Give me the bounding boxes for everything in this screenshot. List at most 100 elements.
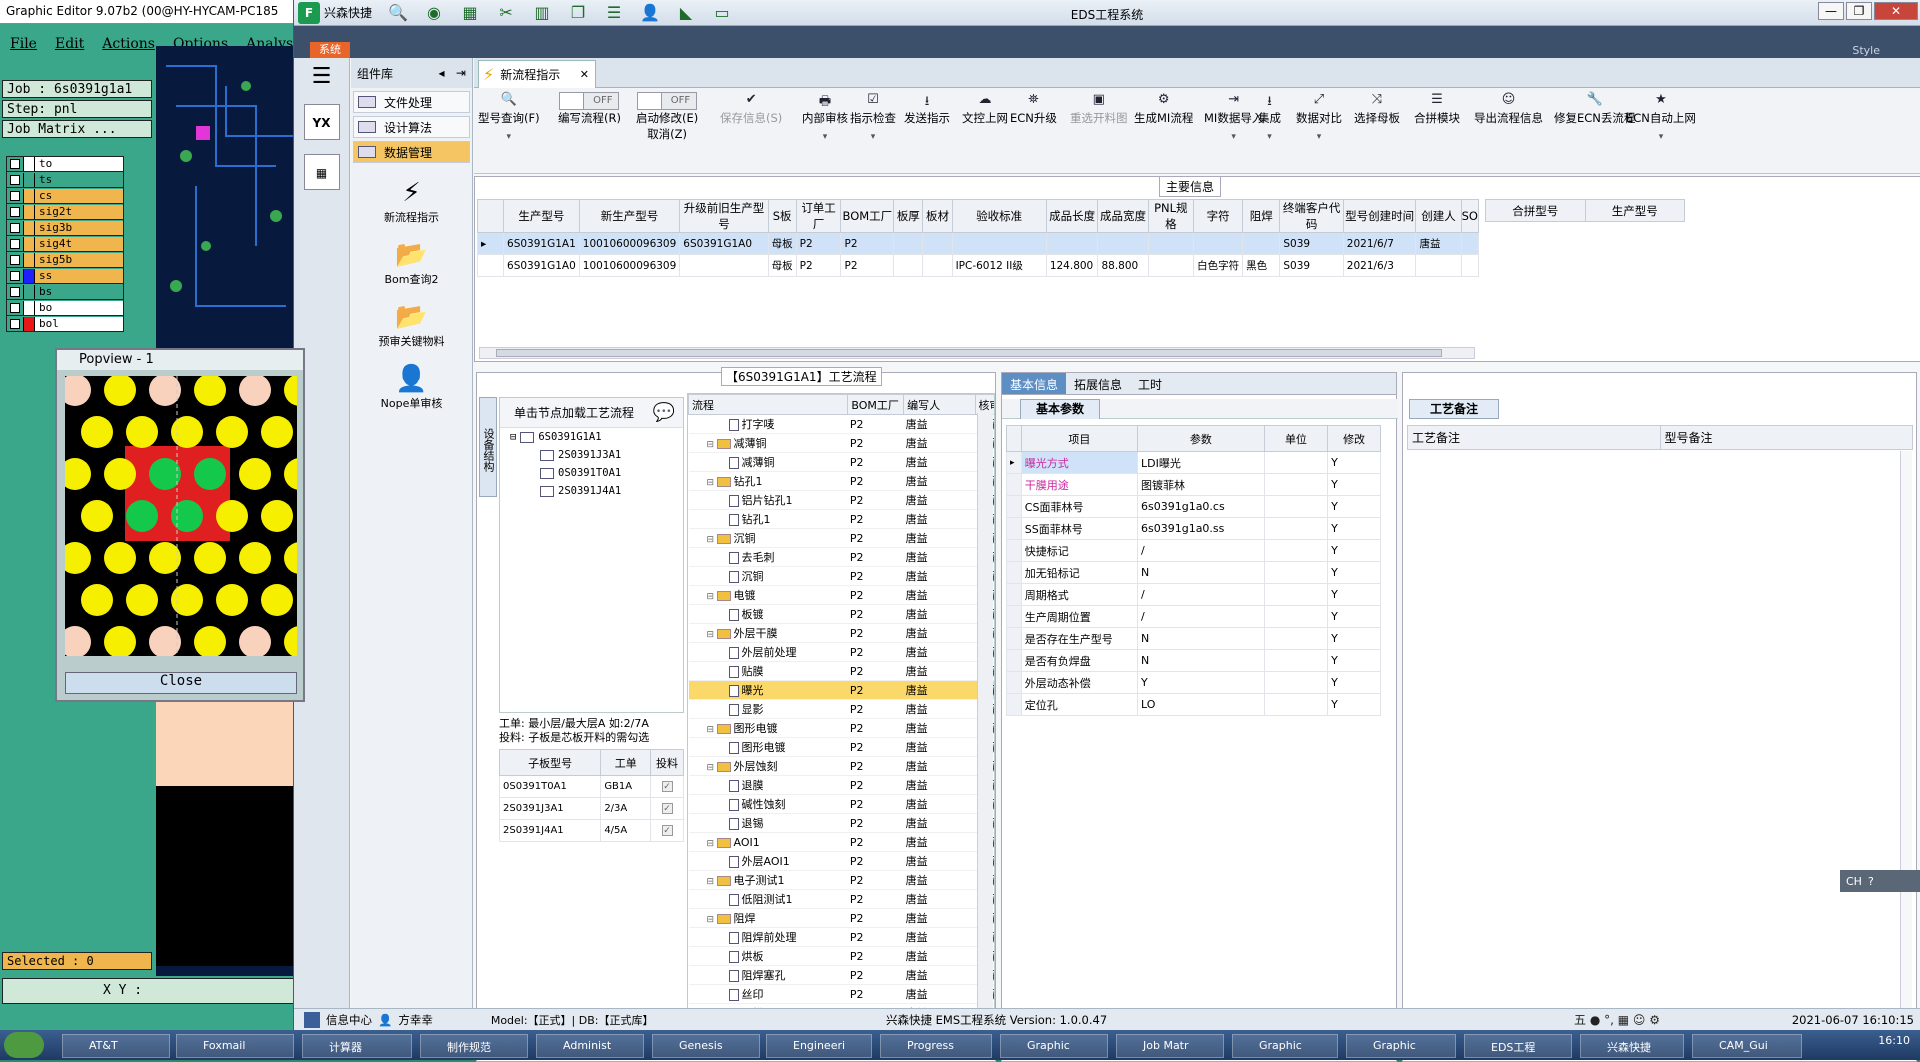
column-header[interactable]: 阻焊	[1242, 199, 1281, 233]
search-icon[interactable]: 🔍	[384, 3, 412, 23]
toggle-switch[interactable]: OFF	[637, 92, 698, 110]
column-header[interactable]: SO	[1460, 199, 1480, 233]
column-header[interactable]: 订单工厂	[795, 199, 842, 233]
column-header[interactable]: 验收标准	[951, 199, 1047, 233]
toolbar-button[interactable]: ⚙ 生成MI流程	[1134, 92, 1193, 126]
toggle-switch[interactable]: OFF	[559, 92, 620, 110]
component-item-data[interactable]: 数据管理	[353, 141, 470, 163]
tab-new-flow[interactable]: ⚡ 新流程指示 ✕	[478, 60, 596, 88]
column-header[interactable]: PNL规格	[1147, 199, 1195, 233]
tab-close-icon[interactable]: ✕	[580, 68, 589, 81]
layer-row[interactable]: bs	[6, 284, 124, 300]
tab-extended-info[interactable]: 拓展信息	[1066, 373, 1130, 394]
flow-vertical-scrollbar[interactable]	[977, 413, 993, 1039]
flow-row[interactable]: 曝光P2唐益余军已上网	[688, 680, 994, 700]
flow-row[interactable]: 沉铜P2唐益余军已上网	[688, 566, 994, 586]
toolbar-button[interactable]: ✔ 保存信息(S)	[720, 92, 782, 126]
toolbar-button[interactable]: ☑ 指示检查 ▾	[850, 92, 896, 142]
column-header[interactable]: 新生产型号	[578, 199, 681, 233]
nav-calculator-icon[interactable]: ▦	[303, 154, 340, 190]
collapse-icon[interactable]: ⊟	[707, 915, 717, 925]
menu-actions[interactable]: Actions	[102, 36, 155, 52]
vertical-tab[interactable]: 设备结构	[479, 397, 497, 497]
start-button[interactable]	[4, 1032, 44, 1058]
flow-row[interactable]: 低阻测试1P2唐益余军已上网	[688, 889, 994, 909]
dropdown-arrow-icon[interactable]: ▾	[1204, 132, 1263, 142]
minimize-button[interactable]: —	[1818, 2, 1844, 20]
layer-checkbox[interactable]	[10, 190, 20, 201]
flow-row[interactable]: 铝片钻孔1P2唐益余军已上网	[688, 490, 994, 510]
layer-checkbox[interactable]	[10, 222, 20, 233]
flow-row[interactable]: ⊟AOI1P2唐益余军已上网	[688, 832, 994, 852]
column-header[interactable]: S板	[767, 199, 797, 233]
flow-row[interactable]: ⊟沉铜P2唐益余军已上网	[688, 528, 994, 548]
param-row[interactable]: 干膜用途 图镀菲林 Y	[1006, 473, 1381, 496]
toolbar-button[interactable]: ⤢ 数据对比 ▾	[1296, 92, 1342, 142]
layer-row[interactable]: sig3b	[6, 220, 124, 236]
toolbar-button[interactable]: ⭳ 集成 ▾	[1258, 92, 1281, 142]
collapse-icon[interactable]: ⊟	[707, 725, 717, 735]
toolbar-button[interactable]: OFF 编写流程(R)	[558, 92, 621, 126]
layer-checkbox[interactable]	[10, 318, 20, 329]
remark-vertical-scrollbar[interactable]	[1900, 451, 1912, 1057]
dropdown-arrow-icon[interactable]: ▾	[1626, 132, 1696, 142]
column-header[interactable]: 流程	[688, 394, 849, 415]
layer-row[interactable]: ts	[6, 172, 124, 188]
feed-checkbox[interactable]: ✓	[661, 803, 673, 814]
column-header[interactable]: 合拼型号	[1485, 199, 1586, 222]
flow-row[interactable]: 贴膜P2唐益余军已上网	[688, 661, 994, 681]
flow-row[interactable]: 减薄铜P2唐益余军已上网	[688, 452, 994, 472]
layer-row[interactable]: sig5b	[6, 252, 124, 268]
taskbar-item[interactable]: Graphic	[1232, 1034, 1338, 1058]
toolbar-button[interactable]: ★ ECN自动上网 ▾	[1626, 92, 1696, 142]
column-header[interactable]: 修改	[1327, 425, 1381, 452]
column-header[interactable]: 项目	[1020, 425, 1138, 452]
taskbar-item[interactable]: Engineeri	[766, 1034, 872, 1058]
layer-row[interactable]: sig4t	[6, 236, 124, 252]
toolbar-button[interactable]: 🔧 修复ECN丢流程	[1554, 92, 1635, 126]
dropdown-arrow-icon[interactable]: ▾	[802, 132, 848, 142]
param-row[interactable]: 是否存在生产型号 N Y	[1006, 627, 1381, 650]
dropdown-arrow-icon[interactable]: ▾	[478, 132, 540, 142]
collapse-icon[interactable]: ⊟	[707, 763, 717, 773]
column-header[interactable]: 工艺备注	[1407, 425, 1661, 450]
param-value[interactable]: 6s0391g1a0.ss	[1136, 517, 1265, 540]
layer-row[interactable]: sig2t	[6, 204, 124, 220]
tab-work-hours[interactable]: 工时	[1130, 373, 1170, 394]
film-icon[interactable]: ▥	[528, 3, 556, 23]
feed-checkbox[interactable]: ✓	[661, 825, 673, 836]
flow-row[interactable]: 外层前处理P2唐益余军已上网	[688, 642, 994, 662]
collapse-icon[interactable]: ⊟	[510, 431, 516, 443]
big-item[interactable]: ⚡ 新流程指示	[351, 177, 472, 225]
toolbar-button[interactable]: ☺ 导出流程信息	[1474, 92, 1543, 126]
globe-icon[interactable]: ◉	[420, 3, 448, 23]
layer-checkbox[interactable]	[10, 302, 20, 313]
param-row[interactable]: 周期格式 / Y	[1006, 583, 1381, 606]
dropdown-arrow-icon[interactable]: ▾	[1296, 132, 1342, 142]
layer-row[interactable]: bo	[6, 300, 124, 316]
param-value[interactable]: 图镀菲林	[1136, 473, 1265, 496]
dropdown-arrow-icon[interactable]: ▾	[850, 132, 896, 142]
param-value[interactable]: /	[1136, 583, 1265, 606]
param-value[interactable]: N	[1136, 627, 1265, 650]
column-header[interactable]: 生产型号	[503, 199, 580, 233]
flow-row[interactable]: 外层AOI1P2唐益余军已上网	[688, 851, 994, 871]
layer-row[interactable]: cs	[6, 188, 124, 204]
toolbar-button[interactable]: ☁ 文控上网	[962, 92, 1008, 126]
taskbar-item[interactable]: Progress	[880, 1034, 992, 1058]
column-header[interactable]: 成品宽度	[1097, 199, 1149, 233]
ime-toolbar[interactable]: 五 ● °, ▦ ☺ ⚙	[1574, 1011, 1660, 1028]
layer-checkbox[interactable]	[10, 286, 20, 297]
collapse-icon[interactable]: ⊟	[707, 535, 717, 545]
collapse-arrow-icon[interactable]: ◂ ⇥	[438, 66, 466, 80]
hamburger-icon[interactable]: ☰	[306, 64, 338, 90]
param-value[interactable]: LO	[1136, 693, 1265, 716]
layer-row[interactable]: bol	[6, 316, 124, 332]
menu-edit[interactable]: Edit	[55, 36, 84, 52]
flow-row[interactable]: 显影P2唐益余军已上网	[688, 699, 994, 719]
column-header[interactable]: 编写人	[903, 394, 976, 415]
table-row[interactable]: 0S0391T0A1 GB1A ✓	[498, 775, 684, 798]
dropdown-arrow-icon[interactable]: ▾	[1258, 132, 1281, 142]
column-header[interactable]: 子板型号	[498, 749, 602, 776]
taskbar-item[interactable]: Job Matr	[1116, 1034, 1224, 1058]
